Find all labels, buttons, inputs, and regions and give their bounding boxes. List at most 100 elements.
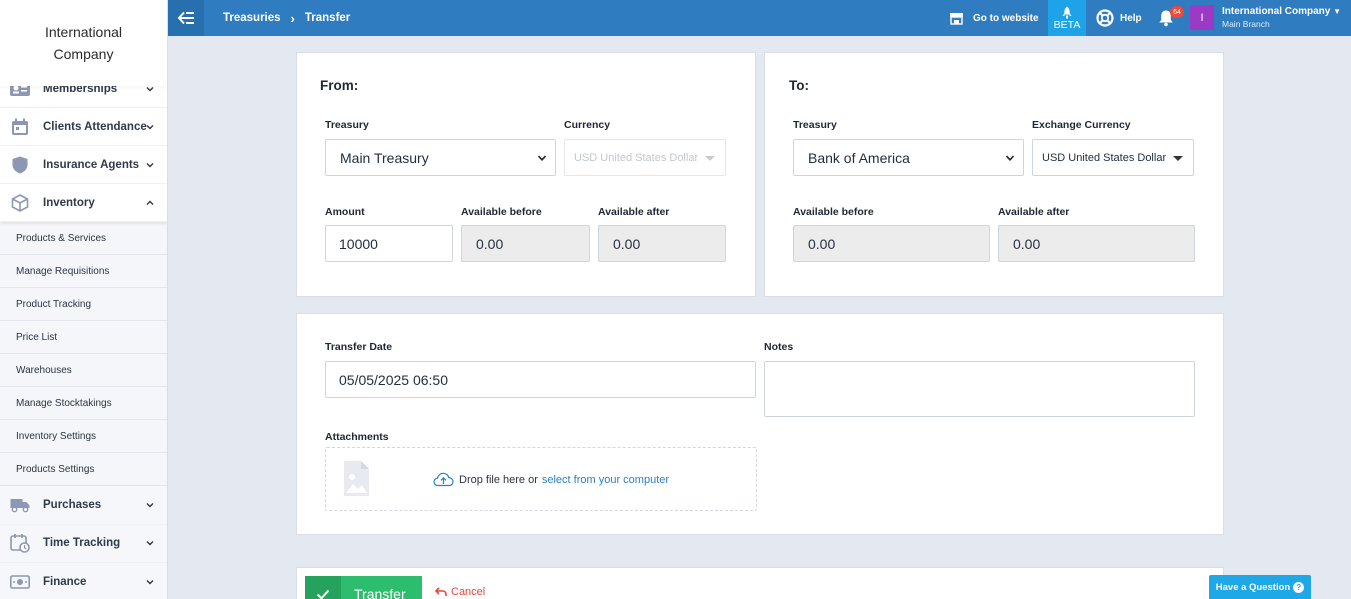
breadcrumb-treasuries[interactable]: Treasuries bbox=[223, 12, 281, 24]
sidebar-toggle-button[interactable] bbox=[168, 0, 204, 36]
help-label: Help bbox=[1120, 12, 1142, 24]
chevron-down-icon bbox=[146, 124, 154, 129]
collapse-menu-icon bbox=[177, 11, 194, 25]
from-available-before-value: 0.00 bbox=[476, 235, 504, 252]
user-branch: Main Branch bbox=[1222, 19, 1270, 29]
caret-down-icon bbox=[705, 155, 715, 161]
submenu-item-products-services[interactable]: Products & Services bbox=[0, 222, 167, 255]
notes-label: Notes bbox=[764, 341, 794, 353]
cancel-button[interactable]: Cancel bbox=[435, 586, 485, 598]
user-menu[interactable]: International Company ▼ Main Branch bbox=[1222, 6, 1341, 30]
chevron-down-icon bbox=[146, 579, 154, 585]
caret-down-icon bbox=[1173, 155, 1183, 161]
clock-calendar-icon bbox=[10, 533, 30, 554]
storefront-icon bbox=[950, 12, 963, 25]
sidebar-menu-lower: Purchases Time Tracking Finance bbox=[0, 486, 167, 599]
to-treasury-value: Bank of America bbox=[808, 149, 910, 166]
submenu-item-price-list[interactable]: Price List bbox=[0, 321, 167, 354]
sidebar-item-finance[interactable]: Finance bbox=[0, 563, 167, 599]
sidebar-menu: Memberships Clients Attendance Insurance… bbox=[0, 70, 167, 599]
to-title: To: bbox=[789, 78, 809, 93]
go-to-website-label: Go to website bbox=[973, 12, 1039, 24]
attachments-label: Attachments bbox=[325, 431, 389, 443]
from-treasury-select[interactable]: Main Treasury bbox=[325, 139, 556, 176]
sidebar: Memberships Clients Attendance Insurance… bbox=[0, 0, 168, 599]
cancel-label: Cancel bbox=[451, 586, 486, 598]
have-a-question-button[interactable]: Have a Question ? bbox=[1209, 575, 1311, 599]
action-bar: Transfer Cancel bbox=[296, 567, 1224, 599]
from-available-after-label: Available after bbox=[598, 206, 670, 218]
avatar[interactable]: I bbox=[1190, 5, 1214, 30]
chevron-right-icon: › bbox=[290, 10, 295, 26]
top-bar: Treasuries › Transfer Go to website BETA… bbox=[168, 0, 1351, 36]
box-icon bbox=[10, 193, 30, 213]
sidebar-item-time-tracking[interactable]: Time Tracking bbox=[0, 524, 167, 563]
from-title: From: bbox=[320, 78, 359, 93]
submenu-item-products-settings[interactable]: Products Settings bbox=[0, 453, 167, 486]
to-panel: To: Treasury Bank of America Exchange Cu… bbox=[764, 52, 1224, 297]
chevron-down-icon bbox=[1005, 154, 1015, 161]
truck-icon bbox=[10, 495, 30, 515]
cloud-upload-icon bbox=[433, 472, 454, 487]
exchange-currency-select[interactable]: USD United States Dollar bbox=[1032, 139, 1194, 176]
sidebar-item-label: Inventory bbox=[43, 196, 95, 209]
transfer-date-input[interactable]: 05/05/2025 06:50 bbox=[325, 361, 756, 398]
transfer-button-label: Transfer bbox=[354, 586, 406, 599]
amount-input[interactable]: 10000 bbox=[325, 225, 453, 262]
sidebar-item-label: Finance bbox=[43, 575, 87, 588]
sidebar-item-inventory[interactable]: Inventory bbox=[0, 184, 167, 222]
go-to-website-link[interactable]: Go to website bbox=[949, 0, 1039, 36]
breadcrumb: Treasuries › Transfer bbox=[223, 0, 350, 36]
question-label: Have a Question bbox=[1215, 581, 1291, 593]
from-available-before-field: 0.00 bbox=[461, 225, 590, 262]
from-panel: From: Treasury Main Treasury Currency US… bbox=[296, 52, 756, 297]
sidebar-item-label: Clients Attendance bbox=[43, 120, 147, 133]
inventory-submenu: Products & Services Manage Requisitions … bbox=[0, 222, 167, 486]
submenu-item-manage-stocktakings[interactable]: Manage Stocktakings bbox=[0, 387, 167, 420]
to-available-before-field: 0.00 bbox=[793, 225, 990, 262]
brand-name: International Company bbox=[44, 24, 123, 62]
to-treasury-label: Treasury bbox=[793, 119, 837, 131]
transfer-button[interactable]: Transfer bbox=[305, 576, 422, 599]
chevron-down-icon bbox=[146, 502, 154, 508]
brand-logo[interactable]: International Company bbox=[0, 0, 167, 86]
to-available-after-field: 0.00 bbox=[998, 225, 1195, 262]
submenu-item-inventory-settings[interactable]: Inventory Settings bbox=[0, 420, 167, 453]
notifications-button[interactable] bbox=[1158, 0, 1174, 36]
from-available-before-label: Available before bbox=[461, 206, 542, 218]
submenu-item-manage-requisitions[interactable]: Manage Requisitions bbox=[0, 255, 167, 288]
to-available-before-label: Available before bbox=[793, 206, 874, 218]
sidebar-item-insurance-agents[interactable]: Insurance Agents bbox=[0, 146, 167, 184]
transfer-date-value: 05/05/2025 06:50 bbox=[339, 371, 448, 388]
transfer-date-label: Transfer Date bbox=[325, 341, 393, 353]
file-dropzone[interactable]: Drop file here or select from your compu… bbox=[325, 447, 757, 511]
sidebar-item-label: Time Tracking bbox=[43, 537, 121, 550]
chevron-down-icon bbox=[146, 541, 154, 546]
submenu-item-product-tracking[interactable]: Product Tracking bbox=[0, 288, 167, 321]
details-panel: Transfer Date 05/05/2025 06:50 Notes Att… bbox=[296, 313, 1224, 535]
exchange-currency-value: USD United States Dollar bbox=[1042, 151, 1167, 164]
image-file-icon bbox=[344, 461, 369, 496]
exchange-currency-label: Exchange Currency bbox=[1032, 119, 1131, 131]
to-available-after-value: 0.00 bbox=[1013, 235, 1041, 252]
submenu-item-warehouses[interactable]: Warehouses bbox=[0, 354, 167, 387]
from-treasury-label: Treasury bbox=[325, 119, 369, 131]
to-treasury-select[interactable]: Bank of America bbox=[793, 139, 1024, 176]
help-link[interactable]: Help bbox=[1096, 0, 1142, 36]
from-currency-value: USD United States Dollar bbox=[574, 151, 699, 164]
lifebuoy-icon bbox=[1096, 9, 1114, 27]
shield-icon bbox=[10, 155, 30, 175]
caret-down-icon: ▼ bbox=[1333, 7, 1342, 16]
beta-button[interactable]: BETA bbox=[1048, 0, 1086, 36]
select-file-link[interactable]: select from your computer bbox=[542, 474, 669, 486]
chevron-down-icon bbox=[146, 162, 154, 167]
sidebar-item-label: Insurance Agents bbox=[43, 158, 140, 171]
undo-icon bbox=[435, 587, 447, 596]
notes-textarea[interactable] bbox=[764, 361, 1195, 417]
from-available-after-field: 0.00 bbox=[598, 225, 726, 262]
user-name: International Company ▼ bbox=[1222, 6, 1342, 17]
sidebar-item-clients-attendance[interactable]: Clients Attendance bbox=[0, 108, 167, 146]
check-icon bbox=[305, 576, 341, 599]
from-currency-select[interactable]: USD United States Dollar bbox=[564, 139, 726, 176]
sidebar-item-purchases[interactable]: Purchases bbox=[0, 486, 167, 525]
